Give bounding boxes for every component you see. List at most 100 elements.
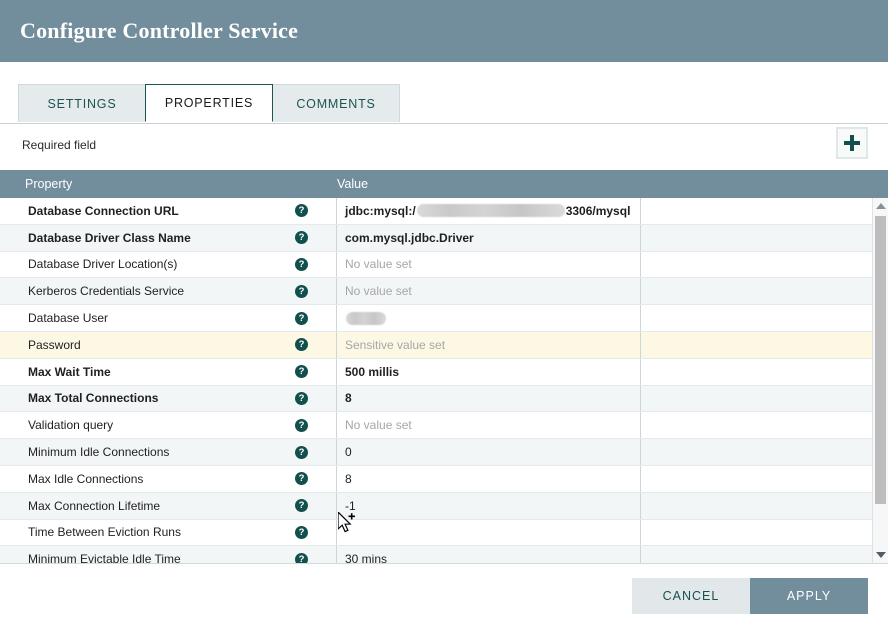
scrollbar-thumb[interactable] <box>875 216 886 504</box>
property-name-cell: Minimum Idle Connections? <box>0 439 337 465</box>
table-row[interactable]: Time Between Eviction Runs? <box>0 519 888 547</box>
help-icon[interactable]: ? <box>295 445 308 459</box>
property-label: Password <box>28 337 81 352</box>
cancel-button[interactable]: CANCEL <box>632 578 750 614</box>
table-row[interactable]: Database Driver Class Name? com.mysql.jdb… <box>0 224 888 252</box>
tab-settings[interactable]: SETTINGS <box>18 84 146 122</box>
scroll-down-button[interactable] <box>873 547 888 563</box>
table-row[interactable]: Max Connection Lifetime? -1 <box>0 492 888 520</box>
property-name-cell: Minimum Evictable Idle Time? <box>0 546 337 564</box>
table-scrollbar[interactable] <box>872 198 888 563</box>
property-value-cell[interactable]: jdbc:mysql:/ 3306/mysql <box>337 198 641 224</box>
help-icon[interactable]: ? <box>295 311 308 325</box>
tab-comments[interactable]: COMMENTS <box>272 84 400 122</box>
plus-icon <box>844 135 860 151</box>
help-icon[interactable]: ? <box>295 525 308 539</box>
row-extra-cell <box>641 546 888 563</box>
scroll-up-button[interactable] <box>873 198 888 214</box>
property-name-cell: Max Connection Lifetime? <box>0 492 337 519</box>
property-value-cell[interactable]: 8 <box>337 465 641 492</box>
row-extra-cell <box>641 225 888 251</box>
row-extra-cell <box>641 305 888 331</box>
help-icon[interactable]: ? <box>295 499 308 513</box>
table-row[interactable]: Password? Sensitive value set <box>0 331 888 359</box>
tab-comments-label: COMMENTS <box>296 96 376 111</box>
page-title: Configure Controller Service <box>20 18 299 43</box>
help-icon[interactable]: ? <box>295 391 308 405</box>
property-value-cell[interactable]: Sensitive value set <box>337 331 641 358</box>
table-body[interactable]: Database Connection URL? jdbc:mysql:/ 3306… <box>0 198 888 564</box>
table-row[interactable]: Minimum Evictable Idle Time? 30 mins <box>0 546 888 564</box>
rows-container: Database Connection URL? jdbc:mysql:/ 3306… <box>0 198 888 564</box>
required-field-legend: Required field <box>22 138 97 152</box>
property-value-cell[interactable]: No value set <box>337 412 641 439</box>
property-name-cell: Max Wait Time? <box>0 358 337 385</box>
property-label: Minimum Evictable Idle Time <box>28 552 181 564</box>
tab-properties[interactable]: PROPERTIES <box>145 84 273 122</box>
dialog-footer: CANCEL APPLY <box>0 567 888 625</box>
property-name-cell: Kerberos Credentials Service? <box>0 278 337 305</box>
table-row[interactable]: Database Driver Location(s)? No value set <box>0 251 888 279</box>
property-label: Validation query <box>28 418 114 433</box>
table-header-row: Property Value <box>0 170 888 198</box>
value-text-suffix: 3306/mysql <box>565 203 631 218</box>
property-label: Max Wait Time <box>28 364 111 379</box>
property-label: Kerberos Credentials Service <box>28 284 185 299</box>
column-header-property: Property <box>25 177 73 191</box>
property-value-cell[interactable] <box>337 519 641 546</box>
apply-button[interactable]: APPLY <box>750 578 868 614</box>
value-text: No value set <box>345 284 412 299</box>
table-row[interactable]: Max Wait Time? 500 millis <box>0 358 888 386</box>
column-header-value: Value <box>337 177 369 191</box>
table-row[interactable]: Database User? <box>0 305 888 332</box>
help-icon[interactable]: ? <box>295 284 308 298</box>
help-icon[interactable]: ? <box>295 257 308 271</box>
property-value-cell[interactable]: com.mysql.jdbc.Driver <box>337 224 641 251</box>
table-row[interactable]: Minimum Idle Connections? 0 <box>0 439 888 466</box>
value-text: 500 millis <box>345 364 400 379</box>
property-label: Database Driver Location(s) <box>28 257 178 272</box>
property-label: Database Driver Class Name <box>28 230 191 245</box>
help-icon[interactable]: ? <box>295 418 308 432</box>
table-row[interactable]: Kerberos Credentials Service? No value se… <box>0 278 888 306</box>
cancel-button-label: CANCEL <box>662 589 720 603</box>
value-text: No value set <box>345 418 412 433</box>
property-value-cell[interactable]: No value set <box>337 278 641 305</box>
property-value-cell[interactable]: 8 <box>337 385 641 412</box>
value-text: Sensitive value set <box>345 337 446 352</box>
value-text: 8 <box>345 471 352 486</box>
property-name-cell: Password? <box>0 331 337 358</box>
property-value-cell[interactable]: 500 millis <box>337 358 641 385</box>
help-icon[interactable]: ? <box>295 472 308 486</box>
property-value-cell[interactable] <box>337 305 641 331</box>
table-row[interactable]: Max Idle Connections? 8 <box>0 465 888 493</box>
tab-strip: SETTINGS PROPERTIES COMMENTS <box>0 84 888 124</box>
table-row[interactable]: Validation query? No value set <box>0 412 888 440</box>
help-icon[interactable]: ? <box>295 338 308 352</box>
apply-button-label: APPLY <box>786 589 832 603</box>
property-label: Time Between Eviction Runs <box>28 525 181 540</box>
row-extra-cell <box>641 412 888 438</box>
add-property-button[interactable] <box>836 127 868 159</box>
property-name-cell: Database Driver Class Name? <box>0 224 337 251</box>
table-row[interactable]: Database Connection URL? jdbc:mysql:/ 3306… <box>0 198 888 225</box>
tab-settings-label: SETTINGS <box>47 96 117 111</box>
table-row[interactable]: Max Total Connections? 8 <box>0 385 888 413</box>
property-value-cell[interactable]: 0 <box>337 439 641 465</box>
property-value-cell[interactable]: No value set <box>337 251 641 278</box>
value-text: No value set <box>345 257 412 272</box>
value-text: 8 <box>345 391 352 406</box>
value-text: -1 <box>345 498 356 513</box>
help-icon[interactable]: ? <box>295 365 308 379</box>
property-value-cell[interactable]: 30 mins <box>337 546 641 564</box>
help-icon[interactable]: ? <box>295 552 308 563</box>
value-text: 30 mins <box>345 552 388 564</box>
properties-toolbar: Required field <box>0 124 888 170</box>
value-text-prefix: jdbc:mysql:/ <box>345 203 416 218</box>
help-icon[interactable]: ? <box>295 231 308 245</box>
row-extra-cell <box>641 466 888 492</box>
property-value-cell[interactable]: -1 <box>337 492 641 519</box>
help-icon[interactable]: ? <box>295 204 308 218</box>
property-label: Minimum Idle Connections <box>28 445 170 460</box>
property-name-cell: Validation query? <box>0 412 337 439</box>
